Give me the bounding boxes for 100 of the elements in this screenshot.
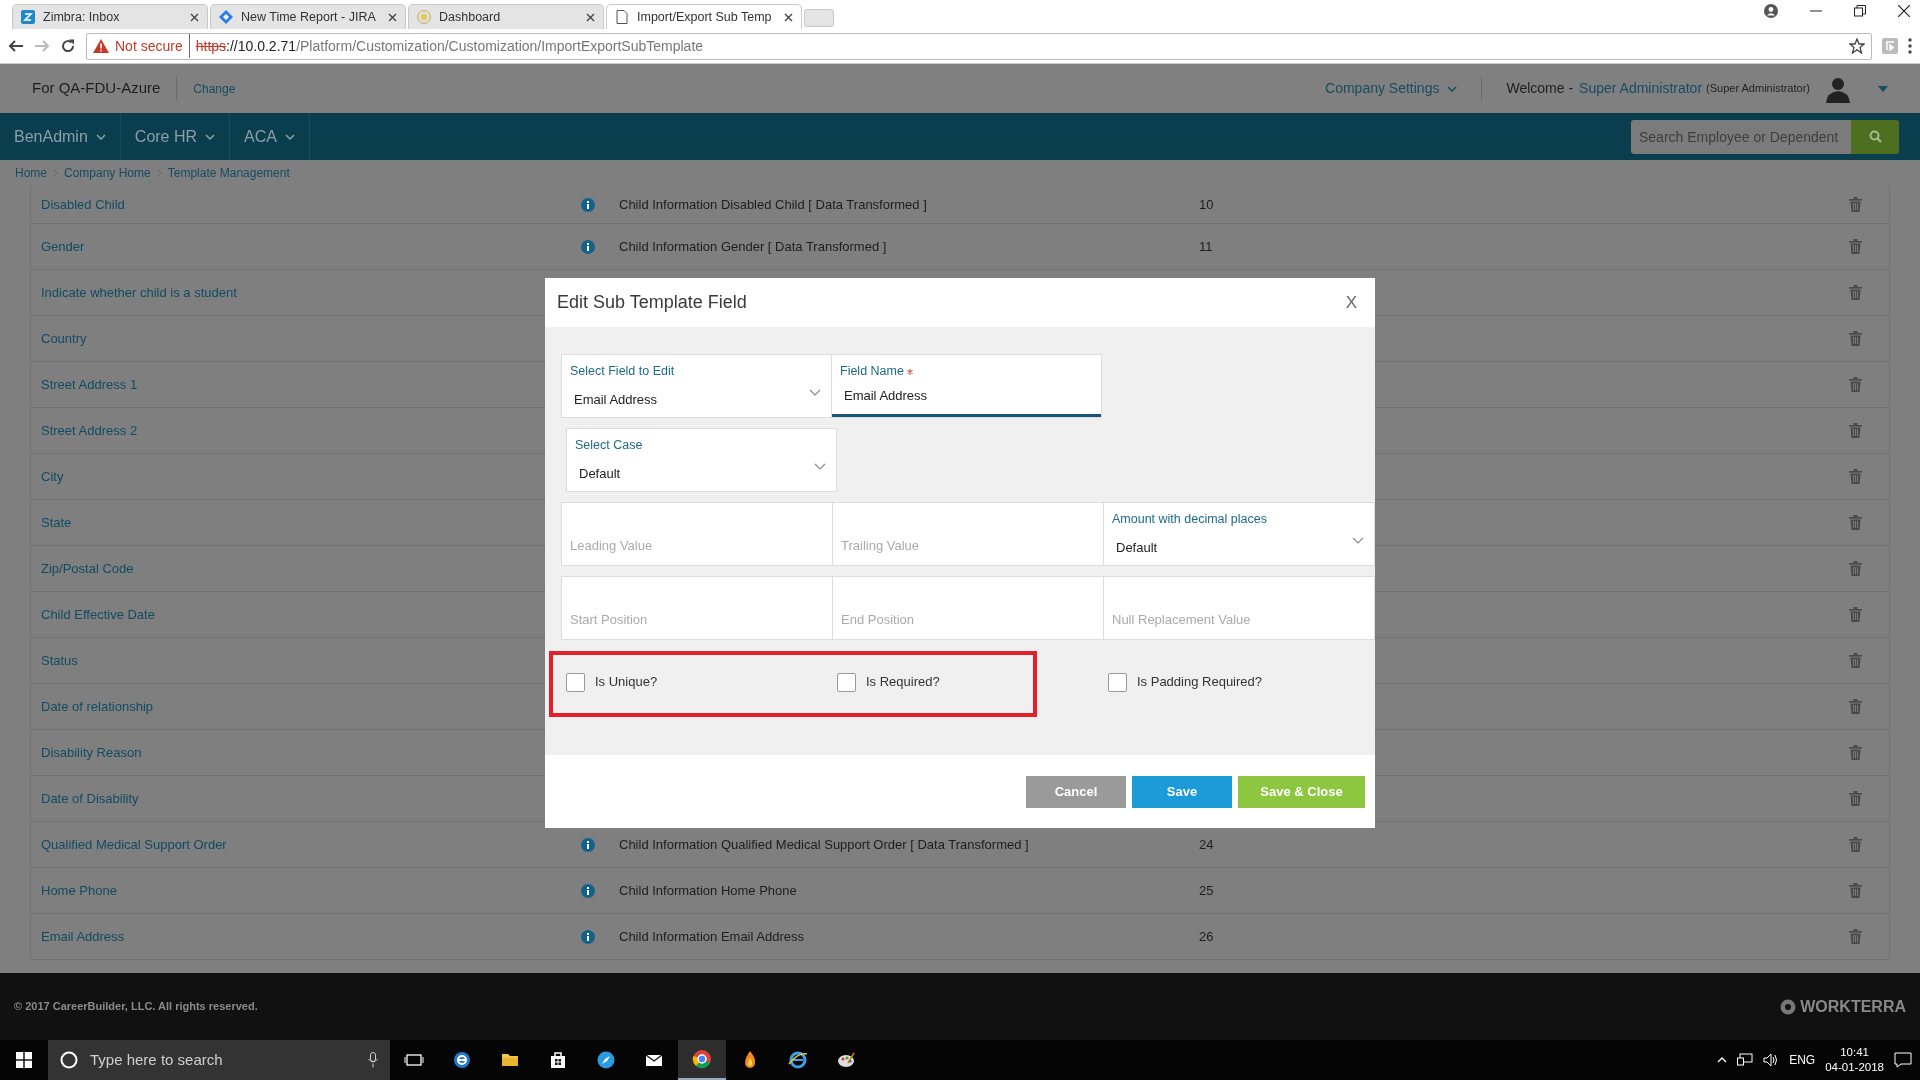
gauge-icon [417, 10, 431, 24]
taskbar-search-box[interactable]: Type here to search [48, 1040, 390, 1080]
field-description: Child Information Disabled Child [ Data Transformed ] [619, 195, 928, 214]
address-bar[interactable]: Not secure https://10.0.2.71/Platform/Customization/Customization/ImportExportSubTemplate [86, 32, 1872, 60]
nav-menu[interactable]: ACA [230, 113, 310, 160]
chevron-down-icon [284, 133, 295, 140]
close-icon[interactable] [586, 12, 595, 22]
info-icon [581, 884, 595, 899]
close-icon[interactable] [784, 12, 793, 22]
chevron-down-icon [205, 133, 216, 140]
select-value: Default [1115, 538, 1158, 557]
brand-name: WORKTERRA [1800, 996, 1906, 1017]
checkbox[interactable] [1108, 672, 1127, 692]
input-field[interactable]: Leading Value [561, 502, 833, 566]
select-field[interactable]: Amount with decimal places Default [1103, 502, 1375, 566]
field-label: Select Case [575, 437, 644, 454]
chrome-icon [692, 1049, 712, 1069]
chevron-right-icon [156, 169, 162, 177]
cancel-button[interactable]: Cancel [1026, 775, 1126, 808]
search-button[interactable] [1851, 119, 1899, 154]
breadcrumb-link[interactable]: Company Home [64, 164, 151, 182]
checkbox[interactable] [566, 672, 585, 692]
reload-icon[interactable] [60, 38, 76, 54]
search-field[interactable]: Type here to search [88, 1047, 358, 1073]
chevron-down-icon [1447, 85, 1458, 92]
star-icon[interactable] [1849, 38, 1865, 54]
close-button[interactable]: X [1339, 288, 1363, 317]
input-field[interactable]: End Position [832, 576, 1104, 640]
welcome-label: Welcome - [1506, 79, 1574, 98]
compass-icon [596, 1050, 616, 1070]
info-icon [581, 240, 595, 255]
chevron-down-icon [814, 463, 826, 470]
field-label: Field Name [840, 362, 1093, 381]
browser-tab[interactable]: New Time Report - JIRA [210, 4, 406, 29]
field-description: Child Information Qualified Medical Support Order [ Data Transformed ] [619, 835, 1030, 854]
close-icon[interactable] [1898, 5, 1910, 17]
text-field[interactable]: Field Name Email Address [831, 354, 1102, 418]
field-description: Child Information Gender [ Data Transformed ] [619, 237, 888, 256]
taskbar-app-button[interactable] [678, 1040, 726, 1080]
checkbox-label: Is Unique? [595, 673, 658, 692]
breadcrumb-link[interactable]: Home [15, 164, 47, 182]
change-link[interactable]: Change [193, 79, 236, 98]
dialog-title: Edit Sub Template Field [557, 291, 747, 314]
user-role: (Super Administrator) [1706, 81, 1810, 97]
company-settings-menu[interactable]: Company Settings [1325, 78, 1458, 99]
windows-icon [16, 1052, 32, 1068]
clock-text[interactable]: 10:41 04-01-2018 [1825, 1045, 1884, 1075]
select-field[interactable]: Select Field to Edit Email Address [561, 354, 832, 418]
search-field[interactable]: Search Employee or Dependent [1631, 119, 1851, 154]
security-warning: Not secure [115, 36, 183, 56]
close-icon[interactable] [190, 12, 199, 22]
restore-icon[interactable] [1854, 5, 1866, 17]
field-name-link[interactable]: Disabled Child [41, 194, 581, 215]
zimbra-logo-icon [21, 10, 35, 24]
browser-e-icon [788, 1050, 808, 1070]
input-field[interactable]: Start Position [561, 576, 833, 640]
field-name-link[interactable]: Qualified Medical Support Order [41, 834, 581, 855]
field-name-link[interactable]: Email Address [41, 926, 581, 947]
field-label: Amount with decimal places [1112, 511, 1268, 528]
diamond-icon [219, 10, 233, 24]
notification-icon[interactable] [1894, 1052, 1912, 1068]
field-description: Child Information Home Phone [619, 881, 798, 900]
save-button[interactable]: Save [1132, 775, 1232, 808]
info-icon [581, 930, 595, 945]
input-field[interactable]: Trailing Value [832, 502, 1104, 566]
select-value: Default [578, 464, 621, 483]
nav-menu[interactable]: BenAdmin [0, 113, 121, 160]
chevron-down-icon [1352, 537, 1364, 544]
field-name-link[interactable]: Gender [41, 236, 581, 257]
field-order: 26 [1199, 927, 1215, 946]
field-order: 11 [1199, 237, 1214, 256]
search-icon [1868, 130, 1882, 143]
close-icon[interactable] [388, 12, 397, 22]
language-indicator[interactable]: ENG [1789, 1051, 1816, 1069]
browser-tab[interactable]: Import/Export Sub Temp [606, 4, 802, 29]
save-close-button[interactable]: Save & Close [1238, 775, 1365, 808]
account-icon[interactable] [1764, 4, 1778, 18]
field-value: Email Address [843, 386, 929, 405]
field-name-link[interactable]: Home Phone [41, 880, 581, 901]
more-menu-icon[interactable] [1908, 38, 1912, 54]
speaker-icon[interactable] [1763, 1053, 1780, 1067]
chevron-down-icon [809, 389, 821, 396]
browser-tab[interactable]: Zimbra: Inbox [12, 4, 208, 29]
checkbox[interactable] [837, 672, 856, 692]
copyright-text: © 2017 CareerBuilder, LLC. All rights reserved. [14, 999, 258, 1015]
brand-logo-icon [1780, 998, 1797, 1015]
nav-menu[interactable]: Core HR [120, 113, 231, 160]
browser-tab[interactable]: Dashboard [408, 4, 604, 29]
back-arrow-icon[interactable] [8, 38, 24, 54]
breadcrumb-link[interactable]: Template Management [167, 164, 290, 182]
browser-e-icon [452, 1050, 472, 1070]
network-icon[interactable] [1737, 1053, 1754, 1067]
chevron-up-icon[interactable] [1717, 1057, 1728, 1063]
input-field[interactable]: Null Replacement Value [1103, 576, 1375, 640]
info-icon [581, 838, 595, 853]
field-order: 25 [1199, 881, 1215, 900]
microphone-icon [368, 1052, 378, 1068]
select-field[interactable]: Select Case Default [566, 428, 837, 492]
user-link[interactable]: Super Administrator [1579, 78, 1703, 99]
checkbox-label: Is Padding Required? [1137, 673, 1263, 692]
